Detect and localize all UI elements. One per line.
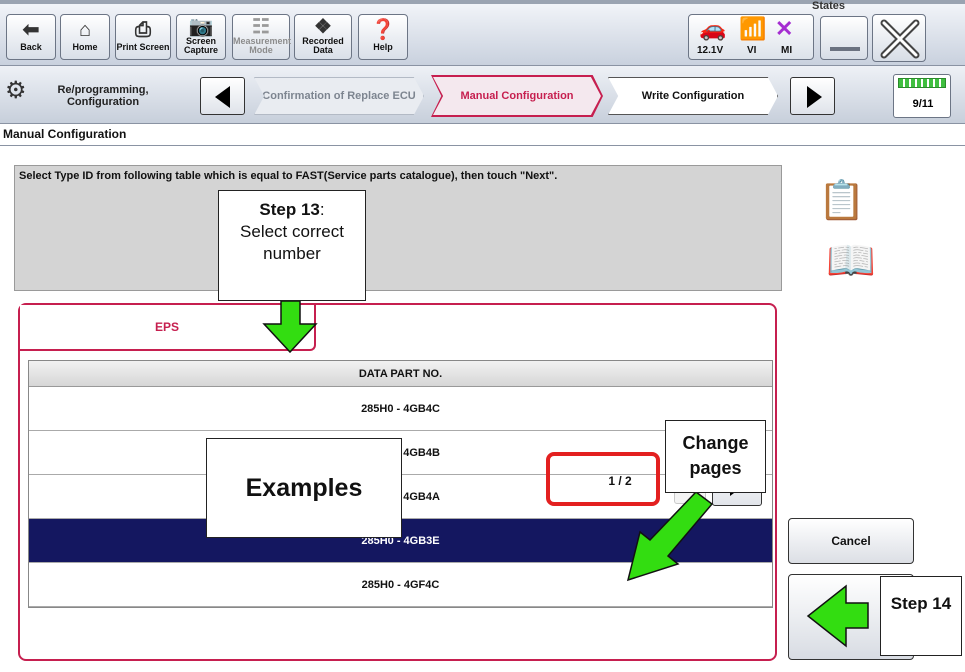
step13-colon: : <box>319 200 325 219</box>
step14-callout: Step 14 <box>880 576 962 656</box>
green-diagonal-arrow-icon <box>626 491 714 582</box>
annotation-arrows <box>262 300 869 648</box>
step13-callout: Step 13: Select correct number <box>218 190 366 301</box>
green-left-arrow-icon <box>806 584 869 648</box>
examples-callout: Examples <box>206 438 402 538</box>
step13-text: Select correct number <box>240 222 344 263</box>
step13-title: Step 13 <box>259 200 320 219</box>
change-pages-callout: Change pages <box>665 420 766 493</box>
green-down-arrow-icon <box>262 300 318 354</box>
